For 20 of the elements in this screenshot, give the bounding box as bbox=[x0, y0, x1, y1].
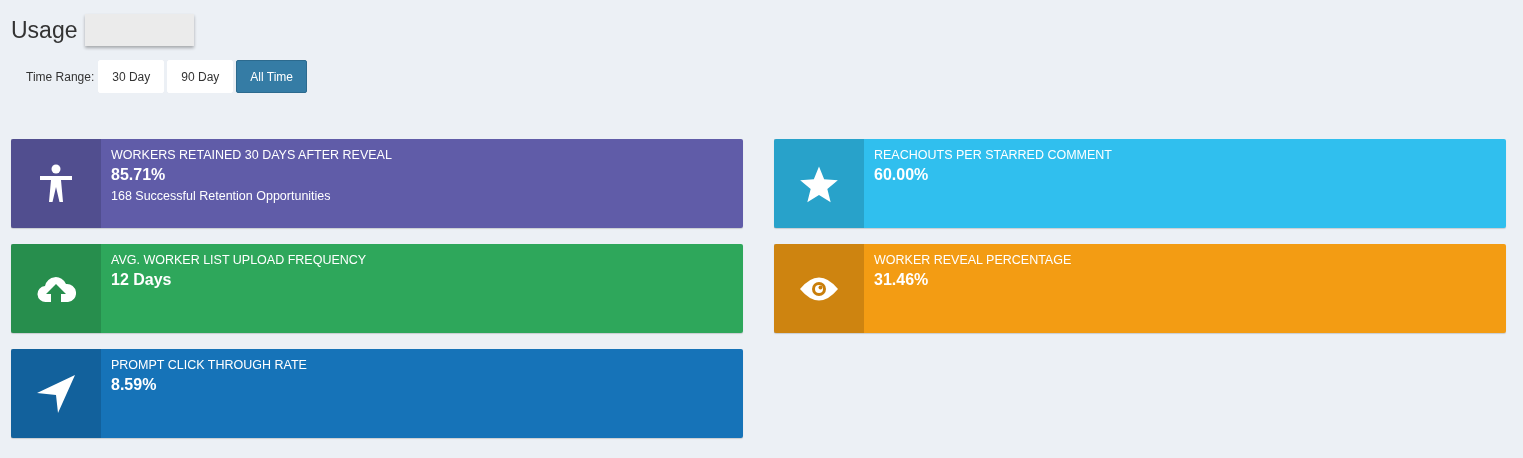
stat-value: 60.00% bbox=[874, 165, 930, 185]
page-title: Usage bbox=[11, 16, 78, 44]
time-range-tab[interactable]: 30 Day bbox=[98, 60, 165, 93]
navigation-arrow-icon bbox=[36, 373, 76, 414]
time-range-tab[interactable]: 90 Day bbox=[167, 60, 234, 93]
stat-value: 85.71% bbox=[111, 165, 167, 185]
stat-note: 168 Successful Retention Opportunities bbox=[111, 188, 332, 205]
stat-title: AVG. WORKER LIST UPLOAD FREQUENCY bbox=[111, 252, 367, 269]
stat-value: 31.46% bbox=[874, 270, 930, 290]
stat-value: 8.59% bbox=[111, 375, 158, 395]
stat-title: REACHOUTS PER STARRED COMMENT bbox=[874, 147, 1112, 164]
stat-title: PROMPT CLICK THROUGH RATE bbox=[111, 357, 307, 374]
cloud-upload-icon bbox=[36, 274, 76, 303]
person-icon bbox=[38, 163, 74, 204]
time-range-tab[interactable]: All Time bbox=[236, 60, 307, 93]
eye-icon bbox=[799, 275, 839, 302]
stat-title: WORKER REVEAL PERCENTAGE bbox=[874, 252, 1072, 269]
time-range-label: Time Range: bbox=[26, 68, 95, 86]
stat-title: WORKERS RETAINED 30 DAYS AFTER REVEAL bbox=[111, 147, 392, 164]
stat-value: 12 Days bbox=[111, 270, 173, 290]
